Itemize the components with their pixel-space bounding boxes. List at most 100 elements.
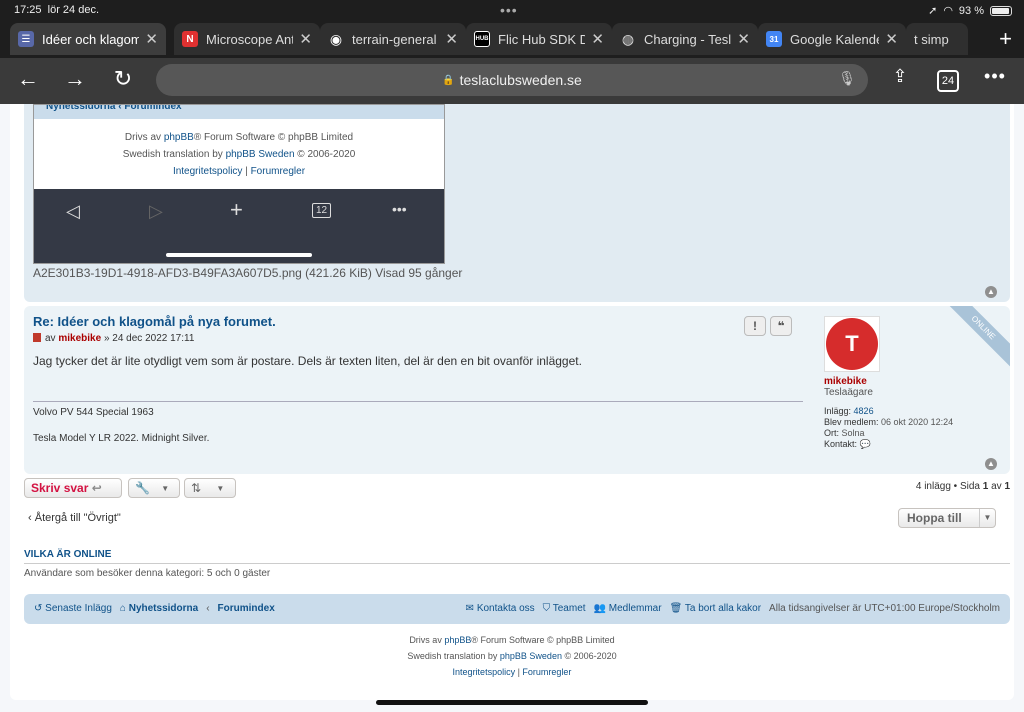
- attachment-nav-bar: ◁ ▷ + 12 •••: [34, 189, 444, 263]
- back-to-top-icon[interactable]: ▲: [985, 286, 997, 298]
- attachment-filename: A2E301B3-19D1-4918-AFD3-B49FA3A607D5.png…: [33, 266, 463, 280]
- news-link[interactable]: ⌂ Nyhetssidorna: [120, 603, 198, 614]
- share-icon[interactable]: ⇪: [885, 66, 915, 87]
- members-link[interactable]: 👥 Medlemmar: [594, 603, 662, 614]
- attachment-image[interactable]: Nyhetssidorna ‹ Forumindex Drivs av phpB…: [33, 104, 445, 264]
- github-icon: ◉: [329, 30, 343, 47]
- post-current: Re: Idéer och klagomål på nya forumet. a…: [24, 306, 1010, 474]
- pagination: 4 inlägg • Sida 1 av 1: [915, 481, 1010, 492]
- sort-dropdown[interactable]: ⇅ ▼: [184, 478, 236, 498]
- tesla-logo-icon: T: [826, 318, 878, 370]
- breadcrumb-separator: ‹: [206, 603, 210, 614]
- tab-6[interactable]: t simp: [906, 23, 968, 55]
- tab-3[interactable]: HUB Flic Hub SDK D ✕: [466, 23, 612, 55]
- forum-index-link[interactable]: Forumindex: [218, 603, 275, 614]
- phpbb-link[interactable]: phpBB: [444, 635, 471, 645]
- tab-title: Microscope Ant: [206, 31, 294, 47]
- users-icon: 👥: [593, 603, 606, 614]
- trash-icon: 🗑: [669, 603, 683, 614]
- tab-4[interactable]: ◍ Charging - Tesla ✕: [612, 23, 758, 55]
- chevron-down-icon: ▼: [216, 483, 225, 493]
- tab-2[interactable]: ◉ terrain-general ✕: [320, 23, 466, 55]
- profile-location: Ort: Solna: [824, 428, 865, 438]
- reply-arrow-icon: ↩: [91, 481, 102, 495]
- tab-count-button[interactable]: 24: [937, 70, 959, 92]
- browser-chrome: 17:25 lör 24 dec. ••• ➚ ◠ 93 % ☰ Idéer o…: [0, 0, 1024, 58]
- forward-icon: ▷: [149, 201, 163, 221]
- quote-button[interactable]: ❝: [770, 316, 792, 336]
- profile-posts-link[interactable]: 4826: [854, 406, 874, 416]
- who-is-online-text: Användare som besöker denna kategori: 5 …: [24, 568, 271, 579]
- back-link[interactable]: ‹ Återgå till "Övrigt": [28, 512, 121, 524]
- home-indicator[interactable]: [376, 700, 648, 705]
- plus-icon: +: [230, 197, 243, 222]
- close-tab-icon[interactable]: ✕: [885, 30, 898, 48]
- divider: [24, 563, 1010, 564]
- jump-to-dropdown[interactable]: Hoppa till ▼: [898, 508, 996, 528]
- multitask-dots-icon[interactable]: •••: [500, 2, 518, 18]
- reload-icon[interactable]: ↻: [108, 66, 138, 92]
- attachment-phpbb-link: phpBB: [163, 132, 194, 143]
- tab-strip: ☰ Idéer och klagomål ✕ N Microscope Ant …: [8, 22, 1024, 56]
- tab-title: Idéer och klagomål: [42, 31, 140, 47]
- copyright: Drivs av phpBB® Forum Software © phpBB L…: [407, 635, 617, 677]
- latest-posts-link[interactable]: ↺ Senaste Inlägg: [34, 603, 112, 614]
- forward-icon[interactable]: →: [60, 66, 90, 92]
- post-title[interactable]: Re: Idéer och klagomål på nya forumet.: [33, 314, 276, 329]
- battery-percent: 93 %: [958, 4, 984, 17]
- contact-link[interactable]: ✉ Kontakta oss: [466, 603, 535, 614]
- more-menu-icon[interactable]: •••: [980, 66, 1010, 87]
- profile-contact: Kontakt: 💬: [824, 439, 871, 449]
- privacy-link[interactable]: Integritetspolicy: [453, 667, 516, 677]
- avatar[interactable]: T: [824, 316, 880, 372]
- tools-dropdown[interactable]: 🔧 ▼: [128, 478, 180, 498]
- profile-rank: Teslaägare: [824, 387, 873, 398]
- post-profile: T mikebike Teslaägare Inlägg: 4826 Blev …: [824, 316, 1004, 450]
- attachment-rules-link: Forumregler: [250, 166, 306, 177]
- signature-divider: [33, 401, 803, 402]
- profile-username[interactable]: mikebike: [824, 376, 1004, 387]
- post-author-line: av mikebike » 24 dec 2022 17:11: [33, 333, 194, 344]
- home-icon: ⌂: [119, 603, 126, 614]
- close-tab-icon[interactable]: ✕: [445, 30, 458, 48]
- report-button[interactable]: !: [744, 316, 766, 336]
- who-is-online-heading[interactable]: VILKA ÄR ONLINE: [24, 549, 111, 560]
- home-indicator: [166, 253, 312, 257]
- post-author[interactable]: mikebike: [58, 333, 101, 344]
- phpbb-sweden-link[interactable]: phpBB Sweden: [500, 651, 562, 661]
- attachment-footer: Drivs av phpBB® Forum Software © phpBB L…: [122, 132, 356, 177]
- post-icon[interactable]: [33, 333, 41, 342]
- more-icon: •••: [392, 201, 407, 217]
- tab-5[interactable]: 31 Google Kalender ✕: [758, 23, 906, 55]
- shield-icon: ⛉: [542, 603, 551, 614]
- tab-favicon-icon: ☰: [18, 31, 34, 47]
- close-tab-icon[interactable]: ✕: [591, 30, 604, 48]
- chevron-left-icon: ‹: [28, 512, 32, 524]
- tab-title: Google Kalender: [790, 31, 880, 47]
- post-previous: Nyhetssidorna ‹ Forumindex Drivs av phpB…: [24, 104, 1010, 302]
- close-tab-icon[interactable]: ✕: [145, 30, 158, 48]
- delete-cookies-link[interactable]: 🗑 Ta bort alla kakor: [670, 603, 761, 614]
- team-link[interactable]: ⛉ Teamet: [543, 603, 586, 614]
- status-time: 17:25 lör 24 dec.: [14, 4, 100, 16]
- rules-link[interactable]: Forumregler: [522, 667, 571, 677]
- history-icon: ↺: [34, 603, 43, 614]
- tab-1[interactable]: N Microscope Ant ✕: [174, 23, 320, 55]
- address-bar[interactable]: 🔒 teslaclubsweden.se 🎙: [156, 64, 868, 96]
- new-tab-icon[interactable]: +: [999, 26, 1012, 52]
- chevron-down-icon: ▼: [161, 483, 170, 493]
- sort-icon: ⇅: [191, 481, 202, 495]
- back-icon[interactable]: ←: [13, 66, 43, 92]
- attachment-privacy-link: Integritetspolicy: [172, 166, 243, 177]
- tab-title: t simp: [914, 31, 949, 47]
- close-tab-icon[interactable]: ✕: [737, 30, 750, 48]
- reply-button[interactable]: Skriv svar ↩: [24, 478, 122, 498]
- chevron-down-icon: ▼: [979, 509, 995, 527]
- tab-0[interactable]: ☰ Idéer och klagomål ✕: [10, 23, 166, 55]
- back-to-top-icon[interactable]: ▲: [985, 458, 997, 470]
- close-tab-icon[interactable]: ✕: [299, 30, 312, 48]
- microphone-icon[interactable]: 🎙: [838, 70, 856, 87]
- location-icon: ➚: [928, 5, 938, 17]
- signature-line: Tesla Model Y LR 2022. Midnight Silver.: [33, 433, 210, 444]
- contact-bubble-icon[interactable]: 💬: [860, 439, 871, 449]
